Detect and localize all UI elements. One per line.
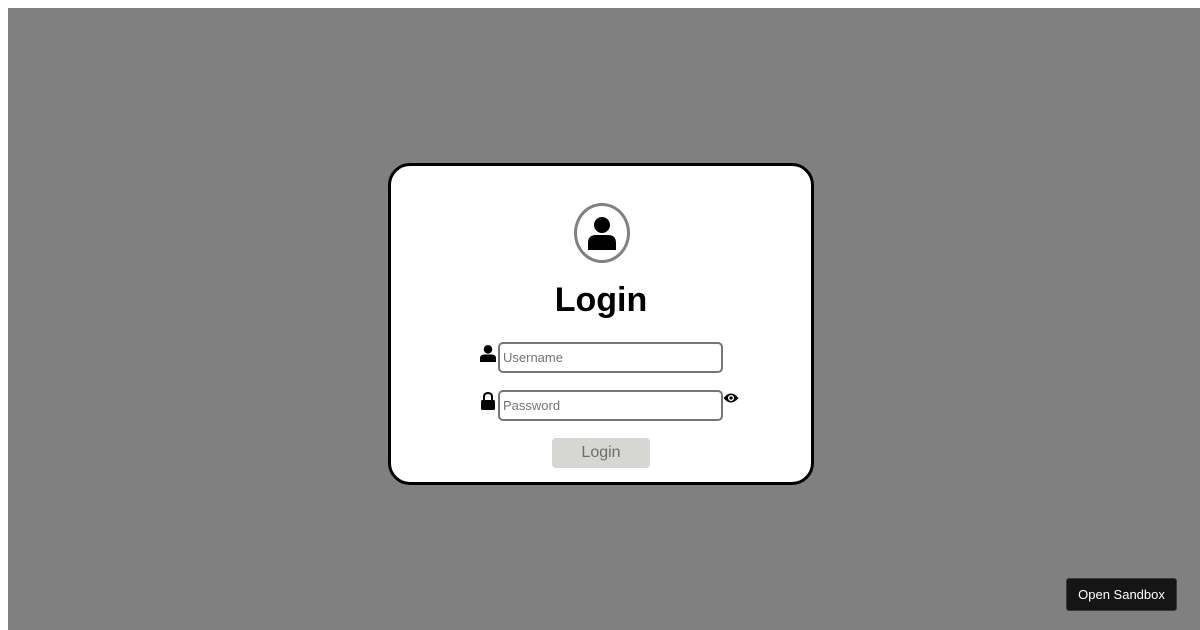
password-input[interactable] — [498, 390, 723, 421]
lock-icon — [479, 391, 497, 411]
user-icon — [479, 343, 497, 363]
open-sandbox-label: Open Sandbox — [1078, 587, 1165, 602]
page-backdrop: Login Login Open Sandbox — [8, 8, 1200, 630]
login-button[interactable]: Login — [552, 438, 650, 468]
page-title: Login — [554, 281, 648, 319]
login-card: Login Login — [388, 163, 814, 485]
open-sandbox-button[interactable]: Open Sandbox — [1066, 578, 1177, 611]
user-circle-icon — [574, 203, 630, 263]
eye-icon[interactable] — [722, 391, 740, 405]
user-silhouette — [588, 216, 616, 250]
username-input[interactable] — [498, 342, 723, 373]
